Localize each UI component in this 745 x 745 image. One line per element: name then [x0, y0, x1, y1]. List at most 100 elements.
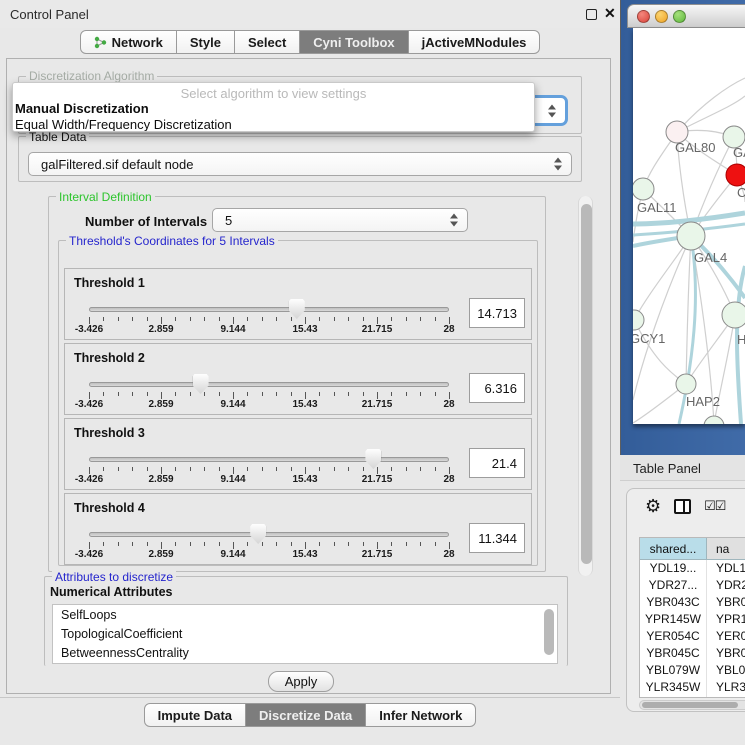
numerical-attributes-list[interactable]: SelfLoopsTopologicalCoefficientBetweenne…	[52, 604, 558, 664]
tick-mark	[291, 317, 292, 321]
cell-shared-name[interactable]: YER054C	[640, 628, 707, 645]
scale-label: 15.43	[292, 399, 317, 410]
cell-name[interactable]: YDR2	[707, 577, 745, 594]
column-layout-icon[interactable]	[674, 499, 691, 514]
scale-label: 2.859	[148, 549, 173, 560]
threshold-value-field[interactable]: 11.344	[469, 523, 525, 553]
attribute-list-item[interactable]: BetweennessCentrality	[53, 643, 557, 662]
column-header-name[interactable]: na	[707, 538, 745, 560]
cell-shared-name[interactable]: YPR145W	[640, 611, 707, 628]
cell-name[interactable]: YER0	[707, 628, 745, 645]
cell-name[interactable]: YPR1	[707, 611, 745, 628]
threshold-slider-thumb[interactable]	[289, 299, 305, 319]
network-node-gal11[interactable]	[633, 178, 654, 200]
threshold-panel-1: Threshold 1-3.4262.8599.14415.4321.71528…	[64, 268, 532, 340]
gear-icon[interactable]: ⚙	[645, 497, 661, 515]
tab-style[interactable]: Style	[177, 30, 235, 54]
interval-vertical-scrollbar[interactable]	[578, 196, 593, 576]
network-node-hap2[interactable]	[676, 374, 696, 394]
cell-shared-name[interactable]: YIL052C	[640, 696, 707, 698]
node-label: GCY1	[633, 331, 665, 346]
table-row[interactable]: YBR043CYBR0	[640, 594, 745, 611]
table-row[interactable]: YIL052CYIL0	[640, 696, 745, 698]
network-node-gal4[interactable]	[677, 222, 705, 250]
tab-label: Style	[190, 35, 221, 50]
tab-select[interactable]: Select	[235, 30, 300, 54]
scale-label: 2.859	[148, 399, 173, 410]
attributes-scrollbar-thumb[interactable]	[544, 609, 554, 655]
tab-impute-data[interactable]: Impute Data	[144, 703, 246, 727]
zoom-traffic-light-icon[interactable]	[673, 10, 686, 23]
tick-mark	[204, 542, 205, 546]
cell-shared-name[interactable]: YBR045C	[640, 645, 707, 662]
combo-stepper-icon[interactable]	[450, 214, 458, 227]
tab-discretize-data[interactable]: Discretize Data	[246, 703, 366, 727]
table-row[interactable]: YBR045CYBR0	[640, 645, 745, 662]
cell-shared-name[interactable]: YBL079W	[640, 662, 707, 679]
table-row[interactable]: YDR27...YDR2	[640, 577, 745, 594]
tab-cyni-toolbox[interactable]: Cyni Toolbox	[300, 30, 408, 54]
tick-mark	[147, 542, 148, 546]
table-row[interactable]: YPR145WYPR1	[640, 611, 745, 628]
tab-jactivemnodules[interactable]: jActiveMNodules	[409, 30, 541, 54]
cell-shared-name[interactable]: YBR043C	[640, 594, 707, 611]
network-view-canvas[interactable]: GAL80GACGAL11GAL4GCY1HHAP2	[633, 28, 745, 424]
scrollbar-thumb[interactable]	[642, 702, 738, 708]
cell-name[interactable]: YLR3	[707, 679, 745, 696]
scrollbar-thumb[interactable]	[581, 204, 592, 564]
network-node-gcy1[interactable]	[633, 310, 644, 330]
network-node[interactable]	[704, 416, 724, 424]
table-row[interactable]: YDL19...YDL1	[640, 560, 745, 577]
threshold-value-field[interactable]: 14.713	[469, 298, 525, 328]
node-label: GAL80	[675, 140, 715, 155]
select-columns-checkboxes-icon[interactable]: ☑☑	[704, 498, 725, 514]
threshold-value-field[interactable]: 6.316	[469, 373, 525, 403]
tick-mark	[219, 542, 220, 546]
table-horizontal-scrollbar[interactable]	[639, 700, 745, 710]
combo-stepper-icon[interactable]	[548, 104, 556, 117]
tick-mark	[435, 317, 436, 321]
network-node-c[interactable]	[726, 164, 745, 186]
threshold-value-field[interactable]: 21.4	[469, 448, 525, 478]
table-data-combobox[interactable]: galFiltered.sif default node	[28, 152, 572, 176]
combo-stepper-icon[interactable]	[554, 158, 562, 171]
tick-mark	[276, 317, 277, 321]
column-header-shared-name[interactable]: shared...	[640, 538, 707, 560]
cell-shared-name[interactable]: YDR27...	[640, 577, 707, 594]
threshold-slider-track[interactable]	[89, 382, 449, 387]
threshold-slider-track[interactable]	[89, 457, 449, 462]
apply-button[interactable]: Apply	[268, 671, 334, 692]
tick-mark	[305, 317, 306, 324]
threshold-slider-thumb[interactable]	[193, 374, 209, 394]
cell-name[interactable]: YBR0	[707, 594, 745, 611]
attribute-list-item[interactable]: SelfLoops	[53, 605, 557, 624]
threshold-slider-track[interactable]	[89, 307, 449, 312]
node-attribute-table[interactable]: shared... na YDL19...YDL1YDR27...YDR2YBR…	[639, 537, 745, 698]
network-node-h[interactable]	[722, 302, 745, 328]
attribute-list-item[interactable]: TopologicalCoefficient	[53, 624, 557, 643]
cell-name[interactable]: YDL1	[707, 560, 745, 577]
threshold-slider-thumb[interactable]	[365, 449, 381, 469]
table-row[interactable]: YBL079WYBL0	[640, 662, 745, 679]
tab-network[interactable]: Network	[80, 30, 177, 54]
cell-name[interactable]: YIL0	[707, 696, 741, 698]
cell-name[interactable]: YBL0	[707, 662, 745, 679]
threshold-slider-thumb[interactable]	[250, 524, 266, 544]
table-row[interactable]: YER054CYER0	[640, 628, 745, 645]
number-of-intervals-combobox[interactable]: 5	[212, 208, 468, 232]
threshold-slider-track[interactable]	[89, 532, 449, 537]
tick-mark	[147, 317, 148, 321]
cell-shared-name[interactable]: YLR345W	[640, 679, 707, 696]
tab-infer-network[interactable]: Infer Network	[366, 703, 476, 727]
dropdown-option-equal-width-frequency[interactable]: Equal Width/Frequency Discretization	[13, 116, 534, 132]
cell-shared-name[interactable]: YDL19...	[640, 560, 707, 577]
close-traffic-light-icon[interactable]	[637, 10, 650, 23]
minimize-traffic-light-icon[interactable]	[655, 10, 668, 23]
close-icon[interactable]: ✕	[604, 5, 616, 22]
cell-name[interactable]: YBR0	[707, 645, 745, 662]
float-window-icon[interactable]	[586, 9, 597, 20]
table-row[interactable]: YLR345WYLR3	[640, 679, 745, 696]
dropdown-option-manual-discretization[interactable]: Manual Discretization	[13, 100, 534, 116]
tick-mark	[377, 542, 378, 549]
tick-mark	[449, 467, 450, 474]
